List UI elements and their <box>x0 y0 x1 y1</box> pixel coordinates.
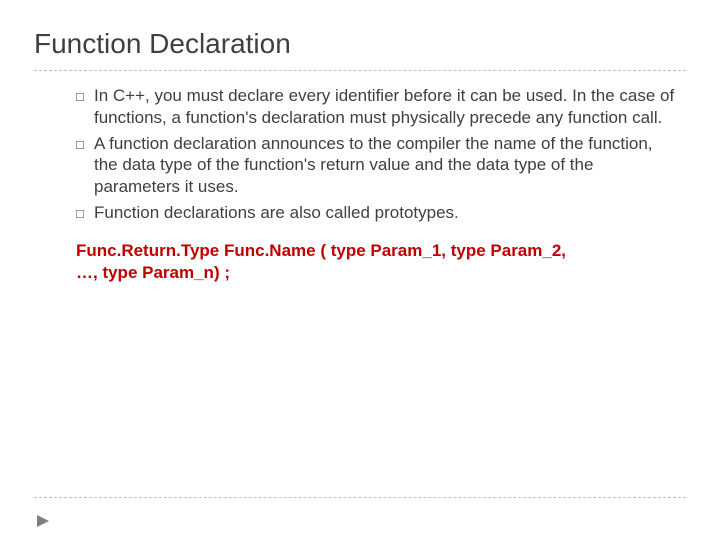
slide-title: Function Declaration <box>34 28 686 60</box>
bullet-text: A function declaration announces to the … <box>94 134 653 197</box>
bullet-square-icon: □ <box>76 206 94 223</box>
bullet-text: Function declarations are also called pr… <box>94 203 459 222</box>
bullet-item: □In C++, you must declare every identifi… <box>76 85 680 129</box>
slide: Function Declaration □In C++, you must d… <box>0 0 720 540</box>
syntax-line-1: Func.Return.Type Func.Name ( type Param_… <box>76 240 680 263</box>
body-area: □In C++, you must declare every identifi… <box>34 85 686 285</box>
bullet-square-icon: □ <box>76 89 94 106</box>
title-separator <box>34 70 686 71</box>
corner-arrow-icon <box>36 514 50 528</box>
syntax-line-2: …, type Param_n) ; <box>76 262 680 285</box>
bullet-item: □A function declaration announces to the… <box>76 133 680 198</box>
bullet-item: □Function declarations are also called p… <box>76 202 680 224</box>
syntax-block: Func.Return.Type Func.Name ( type Param_… <box>76 240 680 286</box>
footer-separator <box>34 497 686 498</box>
bullet-square-icon: □ <box>76 137 94 154</box>
bullet-text: In C++, you must declare every identifie… <box>94 86 674 127</box>
